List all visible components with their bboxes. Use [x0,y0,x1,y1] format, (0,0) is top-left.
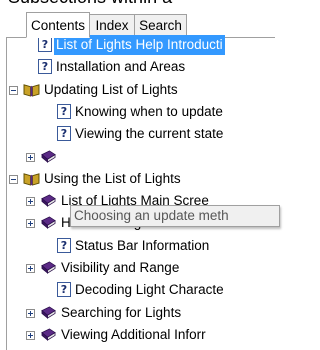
tree-item[interactable]: ? Decoding Light Characte [7,279,275,301]
tree-item[interactable]: Visibility and Range [7,257,275,279]
book-open-icon [23,172,40,186]
tree-item-label: Installation and Areas [56,59,186,75]
help-page-icon: ? [57,282,71,298]
tree-item-label: Knowing when to update [75,103,223,119]
tree-item[interactable]: Searching for Lights [7,302,275,324]
tree-item-label: Updating List of Lights [44,81,178,97]
contents-tree: ? List of Lights Help Introducti? Installa… [7,35,275,350]
book-closed-icon [41,306,56,319]
tree-item[interactable] [7,146,275,168]
tree-item[interactable]: ? Knowing when to update [7,101,275,123]
tree-item-label: Visibility and Range [61,260,180,275]
tab-index-label: Index [95,18,129,33]
tree-item-label: Viewing Additional Inforr [61,326,206,342]
help-page-icon: ? [57,103,71,119]
tree-item[interactable]: Viewing Additional Inforr [7,324,275,346]
expand-icon[interactable] [26,308,35,318]
help-page-icon: ? [57,126,71,142]
book-closed-icon [41,149,56,163]
contents-panel: ? List of Lights Help Introducti? Installa… [6,35,275,350]
tree-item-label: Decoding Light Characte [75,282,224,298]
tree-item-label: Status Bar Information [75,237,210,253]
help-page-icon: ? [38,59,52,75]
expand-icon[interactable] [26,330,35,340]
tree-item[interactable]: ? Status Bar Information [7,235,275,257]
book-closed-icon [41,194,56,208]
tree-item[interactable]: ? Installation and Areas [7,56,275,78]
tooltip-text: Choosing an update meth [74,208,229,223]
help-page-icon: ? [38,37,52,52]
expand-icon[interactable] [26,219,35,229]
tree-item-label: Using the List of Lights [44,170,181,186]
expand-icon[interactable] [26,197,35,207]
expand-icon[interactable] [26,264,35,273]
tab-search-label: Search [139,18,182,33]
book-open-icon [23,83,40,97]
help-page-icon: ? [57,237,71,253]
tree-item[interactable]: Using the List of Lights [7,168,275,190]
tree-item[interactable]: ? Viewing the current state [7,123,275,145]
tab-contents-label: Contents [30,18,86,33]
tree-item-label: Viewing the current state [75,126,224,142]
tree-item-label: Searching for Lights [61,304,182,320]
tree-item[interactable]: Updating List of Lights [7,79,275,101]
tab-contents[interactable]: Contents [26,12,90,38]
book-closed-icon [41,261,56,274]
header-fragment: Subsections within a [0,0,276,10]
book-closed-icon [41,328,56,341]
expand-icon[interactable] [26,152,35,162]
header-fragment-text: Subsections within a [8,0,172,8]
collapse-icon[interactable] [9,85,18,95]
collapse-icon[interactable] [9,174,18,184]
book-closed-icon [41,216,56,230]
tooltip: Choosing an update meth [70,205,280,227]
